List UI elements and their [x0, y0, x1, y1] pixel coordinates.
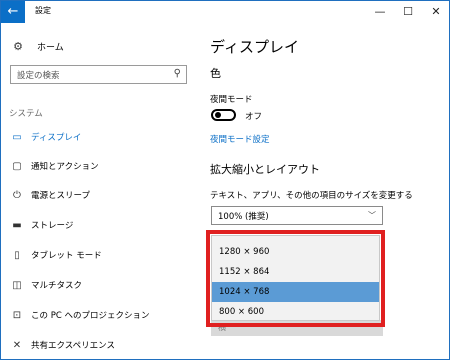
sidebar-item-tablet[interactable]: ▯ タブレット モード — [1, 245, 201, 265]
sidebar-item-label: タブレット モード — [31, 251, 102, 261]
chevron-down-icon: ﹀ — [368, 211, 376, 220]
sidebar-item-label: この PC へのプロジェクション — [31, 311, 150, 321]
gear-icon: ⚙ — [13, 39, 23, 53]
settings-window: ← 設定 — ☐ ✕ ⚙ ホーム 設定の検索 ⚲ システム ▭ ディスプレイ ▢… — [0, 0, 450, 360]
highlight-annotation — [206, 230, 385, 327]
sidebar-item-label: 共有エクスペリエンス — [31, 341, 115, 351]
projection-icon: ⊡ — [12, 309, 22, 321]
color-heading: 色 — [210, 67, 221, 80]
sidebar-item-multitask[interactable]: ◫ マルチタスク — [1, 275, 201, 295]
tablet-icon: ▯ — [14, 249, 20, 261]
sidebar-item-label: マルチタスク — [31, 281, 83, 291]
storage-icon: ▬ — [12, 219, 22, 231]
minimize-button[interactable]: — — [365, 1, 395, 23]
main-content: ディスプレイ 色 夜間モード オフ 夜間モード設定 拡大縮小とレイアウト テキス… — [201, 23, 449, 359]
notification-icon: ▢ — [12, 160, 22, 172]
home-label: ホーム — [37, 42, 64, 53]
title-bar: ← 設定 — ☐ ✕ — [1, 1, 449, 23]
share-icon: ✕ — [12, 339, 22, 351]
maximize-button[interactable]: ☐ — [393, 1, 423, 23]
multitask-icon: ◫ — [12, 279, 22, 291]
page-title: ディスプレイ — [210, 38, 299, 56]
search-input[interactable]: 設定の検索 ⚲ — [10, 65, 187, 84]
scale-heading: 拡大縮小とレイアウト — [210, 163, 320, 176]
sidebar-item-display[interactable]: ▭ ディスプレイ — [1, 127, 201, 147]
search-placeholder: 設定の検索 — [17, 71, 60, 81]
scale-dropdown[interactable]: 100% (推奨) ﹀ — [211, 206, 383, 225]
sidebar-item-label: ディスプレイ — [31, 133, 82, 143]
sidebar-home[interactable]: ⚙ ホーム — [11, 39, 64, 53]
sidebar-item-storage[interactable]: ▬ ストレージ — [1, 215, 201, 235]
toggle-knob — [215, 112, 221, 118]
sidebar-item-label: 電源とスリープ — [31, 191, 90, 201]
display-icon: ▭ — [12, 131, 22, 143]
sidebar-item-shared[interactable]: ✕ 共有エクスペリエンス — [1, 335, 201, 355]
sidebar-item-power[interactable]: ⏻ 電源とスリープ — [1, 185, 201, 205]
sidebar-item-projection[interactable]: ⊡ この PC へのプロジェクション — [1, 305, 201, 325]
night-mode-settings-link[interactable]: 夜間モード設定 — [210, 133, 270, 145]
night-mode-state: オフ — [245, 112, 263, 122]
close-button[interactable]: ✕ — [421, 1, 449, 23]
night-mode-toggle[interactable] — [211, 109, 236, 121]
power-icon: ⏻ — [13, 189, 21, 201]
sidebar-item-label: ストレージ — [31, 221, 74, 231]
sidebar-item-notifications[interactable]: ▢ 通知とアクション — [1, 156, 201, 176]
back-arrow-icon: ← — [7, 4, 19, 19]
scale-value: 100% (推奨) — [218, 212, 269, 222]
window-title: 設定 — [35, 6, 51, 15]
search-icon: ⚲ — [173, 68, 181, 79]
scale-description: テキスト、アプリ、その他の項目のサイズを変更する — [210, 191, 413, 201]
section-label: システム — [9, 109, 43, 119]
sidebar-item-label: 通知とアクション — [31, 162, 99, 172]
back-button[interactable]: ← — [1, 1, 25, 23]
night-mode-label: 夜間モード — [210, 95, 253, 105]
sidebar: ⚙ ホーム 設定の検索 ⚲ システム ▭ ディスプレイ ▢ 通知とアクション ⏻… — [1, 23, 201, 359]
